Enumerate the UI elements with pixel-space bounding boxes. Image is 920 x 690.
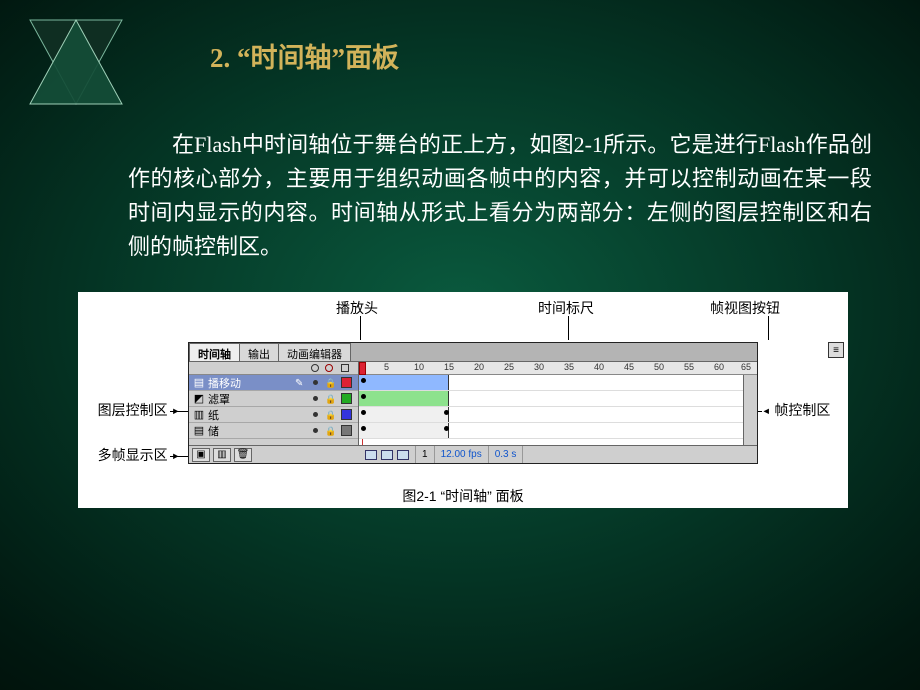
lock-icon[interactable]: 🔒 <box>325 378 336 389</box>
layer-name: 纸 <box>208 407 278 423</box>
elapsed-time: 0.3 s <box>489 446 524 463</box>
layer-row[interactable]: ▤ 储 🔒 <box>189 423 358 439</box>
heading: 2. “时间轴”面板 <box>210 36 399 75</box>
color-swatch[interactable] <box>341 409 352 420</box>
color-swatch[interactable] <box>341 377 352 388</box>
layer-control-area: ▤ 播移动 ✎ 🔒 ◩ 滤罩 🔒 ▥ 纸 <box>189 362 359 445</box>
tab-output[interactable]: 输出 <box>239 343 279 361</box>
leader-line <box>568 316 569 340</box>
slide-bullet-icon <box>24 14 128 110</box>
leader-line <box>360 316 361 340</box>
label-frame-view-button: 帧视图按钮 <box>710 298 780 318</box>
frame-control-area: 5 10 15 20 25 30 35 40 45 50 55 60 65 <box>359 362 757 445</box>
leader-line <box>768 316 769 340</box>
timeline-status-bar: 1 12.00 fps 0.3 s <box>359 445 757 463</box>
timeline-panel: 时间轴 输出 动画编辑器 ▤ 播移动 ✎ 🔒 <box>188 342 758 464</box>
tab-motion-editor[interactable]: 动画编辑器 <box>278 343 351 361</box>
label-playhead: 播放头 <box>336 298 378 318</box>
layer-header <box>189 362 358 375</box>
visibility-dot[interactable] <box>313 428 318 433</box>
delete-layer-button[interactable]: 🗑 <box>234 448 252 462</box>
label-onion-skin: 多帧显示区 ▸ <box>78 445 180 465</box>
frame-view-button[interactable]: ≡ <box>828 342 844 358</box>
layer-icon: ▤ <box>193 425 205 437</box>
lock-icon[interactable]: 🔒 <box>325 426 336 437</box>
onion-skin-outline-icon <box>381 450 393 460</box>
current-frame: 1 <box>416 446 435 463</box>
layer-toolbar: ▣ ▥ 🗑 <box>189 445 359 463</box>
frame-view-menu: ≡ <box>768 342 848 359</box>
lock-column-icon[interactable] <box>325 364 333 372</box>
visibility-dot[interactable] <box>313 380 318 385</box>
layer-row[interactable]: ◩ 滤罩 🔒 <box>189 391 358 407</box>
onion-skin-controls[interactable] <box>359 446 416 463</box>
layer-row[interactable]: ▤ 播移动 ✎ 🔒 <box>189 375 358 391</box>
label-layer-area: 图层控制区 ▸ <box>78 400 180 420</box>
layer-row[interactable]: ▥ 纸 🔒 <box>189 407 358 423</box>
annotations-top: 播放头 时间标尺 帧视图按钮 <box>78 292 848 344</box>
panel-tabs: 时间轴 输出 动画编辑器 <box>189 343 350 361</box>
onion-skin-icon <box>365 450 377 460</box>
layer-name: 播移动 <box>208 375 278 391</box>
color-swatch[interactable] <box>341 393 352 404</box>
visibility-column-icon[interactable] <box>311 364 319 372</box>
masked-layer-icon: ▥ <box>193 409 205 421</box>
edit-multiple-frames-icon <box>397 450 409 460</box>
layer-icon: ▤ <box>193 377 205 389</box>
fps-readout: 12.00 fps <box>435 446 489 463</box>
time-ruler[interactable]: 5 10 15 20 25 30 35 40 45 50 55 60 65 <box>359 362 757 375</box>
color-swatch[interactable] <box>341 425 352 436</box>
paragraph: 在Flash中时间轴位于舞台的正上方，如图2-1所示。它是进行Flash作品创作… <box>128 128 872 264</box>
figure: 播放头 时间标尺 帧视图按钮 图层控制区 ▸ 多帧显示区 ▸ ◂ 帧控制区 时间… <box>78 292 848 508</box>
playhead[interactable] <box>359 362 366 375</box>
visibility-dot[interactable] <box>313 412 318 417</box>
layer-name: 滤罩 <box>208 391 278 407</box>
tab-timeline[interactable]: 时间轴 <box>189 343 240 361</box>
new-layer-button[interactable]: ▣ <box>192 448 210 462</box>
frame-row[interactable] <box>359 375 757 391</box>
outline-column-icon[interactable] <box>341 364 349 372</box>
figure-caption: 图2-1 “时间轴” 面板 <box>78 486 848 506</box>
timeline-scrollbar[interactable] <box>743 375 757 445</box>
new-folder-button[interactable]: ▥ <box>213 448 231 462</box>
visibility-dot[interactable] <box>313 396 318 401</box>
frame-row[interactable] <box>359 391 757 407</box>
layer-name: 储 <box>208 423 278 439</box>
frame-row[interactable] <box>359 423 757 439</box>
lock-icon[interactable]: 🔒 <box>325 410 336 421</box>
frame-row[interactable] <box>359 407 757 423</box>
pencil-icon: ✎ <box>295 378 303 389</box>
label-frame-area: ◂ 帧控制区 <box>762 400 848 420</box>
mask-layer-icon: ◩ <box>193 393 205 405</box>
label-ruler: 时间标尺 <box>538 298 594 318</box>
lock-icon[interactable]: 🔒 <box>325 394 336 405</box>
